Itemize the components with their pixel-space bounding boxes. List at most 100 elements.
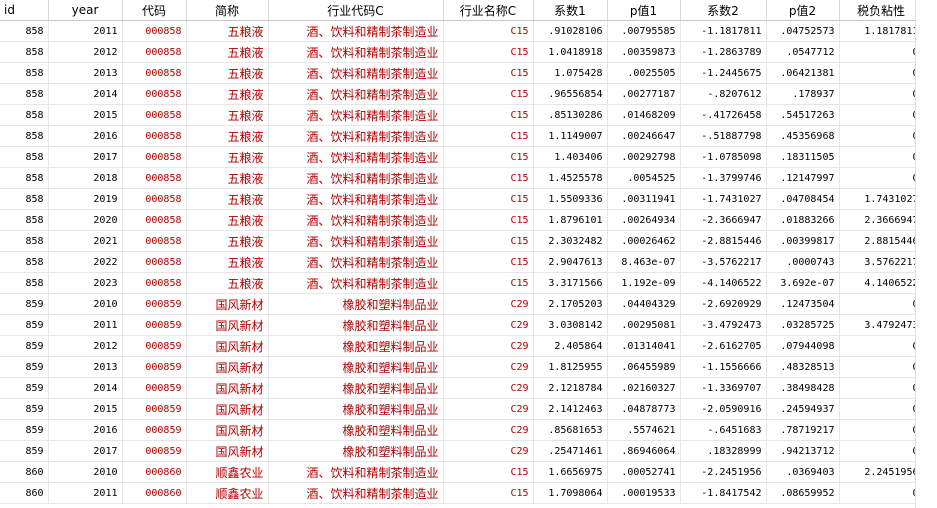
cell-short-name[interactable]: 五粮液 bbox=[186, 125, 269, 147]
cell-year[interactable]: 2012 bbox=[48, 41, 123, 63]
cell-p2[interactable]: .12473504 bbox=[766, 293, 840, 315]
cell-industry-name[interactable]: C29 bbox=[443, 356, 534, 378]
table-row[interactable]: 859 2012 000859 国风新材 橡胶和塑料制品业 C29 2.405864.013… bbox=[0, 335, 924, 357]
cell-tax-stickiness[interactable]: 0 bbox=[839, 146, 924, 168]
cell-p1[interactable]: .00311941 bbox=[607, 188, 681, 210]
cell-industry-code[interactable]: 橡胶和塑料制品业 bbox=[268, 398, 444, 420]
cell-id[interactable]: 858 bbox=[0, 209, 49, 231]
cell-industry-name[interactable]: C29 bbox=[443, 335, 534, 357]
cell-year[interactable]: 2011 bbox=[48, 20, 123, 42]
cell-industry-code[interactable]: 酒、饮料和精制茶制造业 bbox=[268, 104, 444, 126]
cell-id[interactable]: 858 bbox=[0, 104, 49, 126]
cell-tax-stickiness[interactable]: 0 bbox=[839, 482, 924, 504]
cell-industry-name[interactable]: C29 bbox=[443, 398, 534, 420]
cell-code[interactable]: 000858 bbox=[122, 104, 187, 126]
cell-industry-name[interactable]: C15 bbox=[443, 188, 534, 210]
cell-tax-stickiness[interactable]: 0 bbox=[839, 419, 924, 441]
cell-p1[interactable]: .00295081 bbox=[607, 314, 681, 336]
cell-tax-stickiness[interactable]: 0 bbox=[839, 83, 924, 105]
cell-year[interactable]: 2010 bbox=[48, 293, 123, 315]
cell-coef2[interactable]: -.8207612 bbox=[680, 83, 767, 105]
cell-short-name[interactable]: 国风新材 bbox=[186, 419, 269, 441]
cell-p1[interactable]: .00264934 bbox=[607, 209, 681, 231]
cell-p1[interactable]: .01314041 bbox=[607, 335, 681, 357]
cell-id[interactable]: 858 bbox=[0, 62, 49, 84]
table-row[interactable]: 858 2016 000858 五粮液 酒、饮料和精制茶制造业 C15 1.1149007.… bbox=[0, 125, 924, 147]
cell-industry-code[interactable]: 酒、饮料和精制茶制造业 bbox=[268, 20, 444, 42]
cell-year[interactable]: 2016 bbox=[48, 419, 123, 441]
table-row[interactable]: 858 2021 000858 五粮液 酒、饮料和精制茶制造业 C15 2.3032482.… bbox=[0, 230, 924, 252]
cell-industry-code[interactable]: 酒、饮料和精制茶制造业 bbox=[268, 62, 444, 84]
cell-tax-stickiness[interactable]: 0 bbox=[839, 41, 924, 63]
cell-industry-name[interactable]: C15 bbox=[443, 20, 534, 42]
cell-coef2[interactable]: -1.2445675 bbox=[680, 62, 767, 84]
cell-industry-name[interactable]: C15 bbox=[443, 209, 534, 231]
cell-coef1[interactable]: .91028106 bbox=[533, 20, 608, 42]
cell-p1[interactable]: .5574621 bbox=[607, 419, 681, 441]
cell-code[interactable]: 000859 bbox=[122, 314, 187, 336]
cell-coef2[interactable]: -.51887798 bbox=[680, 125, 767, 147]
cell-code[interactable]: 000859 bbox=[122, 293, 187, 315]
cell-short-name[interactable]: 五粮液 bbox=[186, 20, 269, 42]
cell-coef1[interactable]: .25471461 bbox=[533, 440, 608, 462]
cell-code[interactable]: 000858 bbox=[122, 230, 187, 252]
cell-industry-code[interactable]: 橡胶和塑料制品业 bbox=[268, 293, 444, 315]
cell-coef1[interactable]: .85681653 bbox=[533, 419, 608, 441]
cell-industry-name[interactable]: C15 bbox=[443, 83, 534, 105]
cell-coef1[interactable]: 1.8796101 bbox=[533, 209, 608, 231]
cell-coef2[interactable]: -1.1817811 bbox=[680, 20, 767, 42]
cell-code[interactable]: 000858 bbox=[122, 146, 187, 168]
table-row[interactable]: 859 2013 000859 国风新材 橡胶和塑料制品业 C29 1.8125955.06… bbox=[0, 356, 924, 378]
cell-id[interactable]: 858 bbox=[0, 20, 49, 42]
cell-short-name[interactable]: 国风新材 bbox=[186, 314, 269, 336]
column-header-coef1[interactable]: 系数1 bbox=[533, 0, 608, 21]
cell-coef2[interactable]: -1.2863789 bbox=[680, 41, 767, 63]
cell-p2[interactable]: .38498428 bbox=[766, 377, 840, 399]
cell-coef1[interactable]: 3.0308142 bbox=[533, 314, 608, 336]
cell-coef2[interactable]: -1.0785098 bbox=[680, 146, 767, 168]
column-header-id[interactable]: id bbox=[0, 0, 49, 21]
cell-coef1[interactable]: 1.0418918 bbox=[533, 41, 608, 63]
cell-short-name[interactable]: 五粮液 bbox=[186, 62, 269, 84]
cell-id[interactable]: 858 bbox=[0, 146, 49, 168]
cell-id[interactable]: 858 bbox=[0, 83, 49, 105]
column-header-industry-code[interactable]: 行业代码C bbox=[268, 0, 444, 21]
cell-short-name[interactable]: 顺鑫农业 bbox=[186, 461, 269, 483]
cell-coef1[interactable]: 2.1412463 bbox=[533, 398, 608, 420]
cell-id[interactable]: 860 bbox=[0, 482, 49, 504]
cell-industry-code[interactable]: 酒、饮料和精制茶制造业 bbox=[268, 83, 444, 105]
cell-tax-stickiness[interactable]: 0 bbox=[839, 62, 924, 84]
table-row[interactable]: 858 2018 000858 五粮液 酒、饮料和精制茶制造业 C15 1.4525578.… bbox=[0, 167, 924, 189]
cell-code[interactable]: 000860 bbox=[122, 482, 187, 504]
cell-tax-stickiness[interactable]: 1.1817811 bbox=[839, 20, 924, 42]
cell-code[interactable]: 000858 bbox=[122, 272, 187, 294]
cell-id[interactable]: 858 bbox=[0, 272, 49, 294]
cell-code[interactable]: 000859 bbox=[122, 398, 187, 420]
table-row[interactable]: 858 2017 000858 五粮液 酒、饮料和精制茶制造业 C15 1.403406.0… bbox=[0, 146, 924, 168]
table-row[interactable]: 858 2014 000858 五粮液 酒、饮料和精制茶制造业 C15.96556854.… bbox=[0, 83, 924, 105]
cell-p2[interactable]: .24594937 bbox=[766, 398, 840, 420]
table-row[interactable]: 858 2011 000858 五粮液 酒、饮料和精制茶制造业 C15.91028106.… bbox=[0, 20, 924, 42]
cell-industry-name[interactable]: C29 bbox=[443, 419, 534, 441]
cell-industry-code[interactable]: 橡胶和塑料制品业 bbox=[268, 356, 444, 378]
cell-industry-code[interactable]: 橡胶和塑料制品业 bbox=[268, 419, 444, 441]
cell-industry-code[interactable]: 酒、饮料和精制茶制造业 bbox=[268, 272, 444, 294]
cell-coef2[interactable]: -.41726458 bbox=[680, 104, 767, 126]
cell-coef2[interactable]: -2.6920929 bbox=[680, 293, 767, 315]
cell-p1[interactable]: .0025505 bbox=[607, 62, 681, 84]
cell-tax-stickiness[interactable]: 3.4792473 bbox=[839, 314, 924, 336]
column-header-code[interactable]: 代码 bbox=[122, 0, 187, 21]
cell-industry-name[interactable]: C29 bbox=[443, 377, 534, 399]
table-row[interactable]: 860 2011 000860 顺鑫农业 酒、饮料和精制茶制造业 C15 1.7098064… bbox=[0, 482, 924, 504]
cell-industry-code[interactable]: 橡胶和塑料制品业 bbox=[268, 377, 444, 399]
cell-p2[interactable]: .178937 bbox=[766, 83, 840, 105]
cell-industry-code[interactable]: 酒、饮料和精制茶制造业 bbox=[268, 461, 444, 483]
cell-p1[interactable]: .06455989 bbox=[607, 356, 681, 378]
cell-p1[interactable]: .00026462 bbox=[607, 230, 681, 252]
column-header-p2[interactable]: p值2 bbox=[766, 0, 840, 21]
cell-short-name[interactable]: 五粮液 bbox=[186, 83, 269, 105]
table-row[interactable]: 858 2023 000858 五粮液 酒、饮料和精制茶制造业 C15 3.3171566 1… bbox=[0, 272, 924, 294]
cell-short-name[interactable]: 五粮液 bbox=[186, 41, 269, 63]
cell-industry-name[interactable]: C15 bbox=[443, 167, 534, 189]
cell-id[interactable]: 859 bbox=[0, 440, 49, 462]
